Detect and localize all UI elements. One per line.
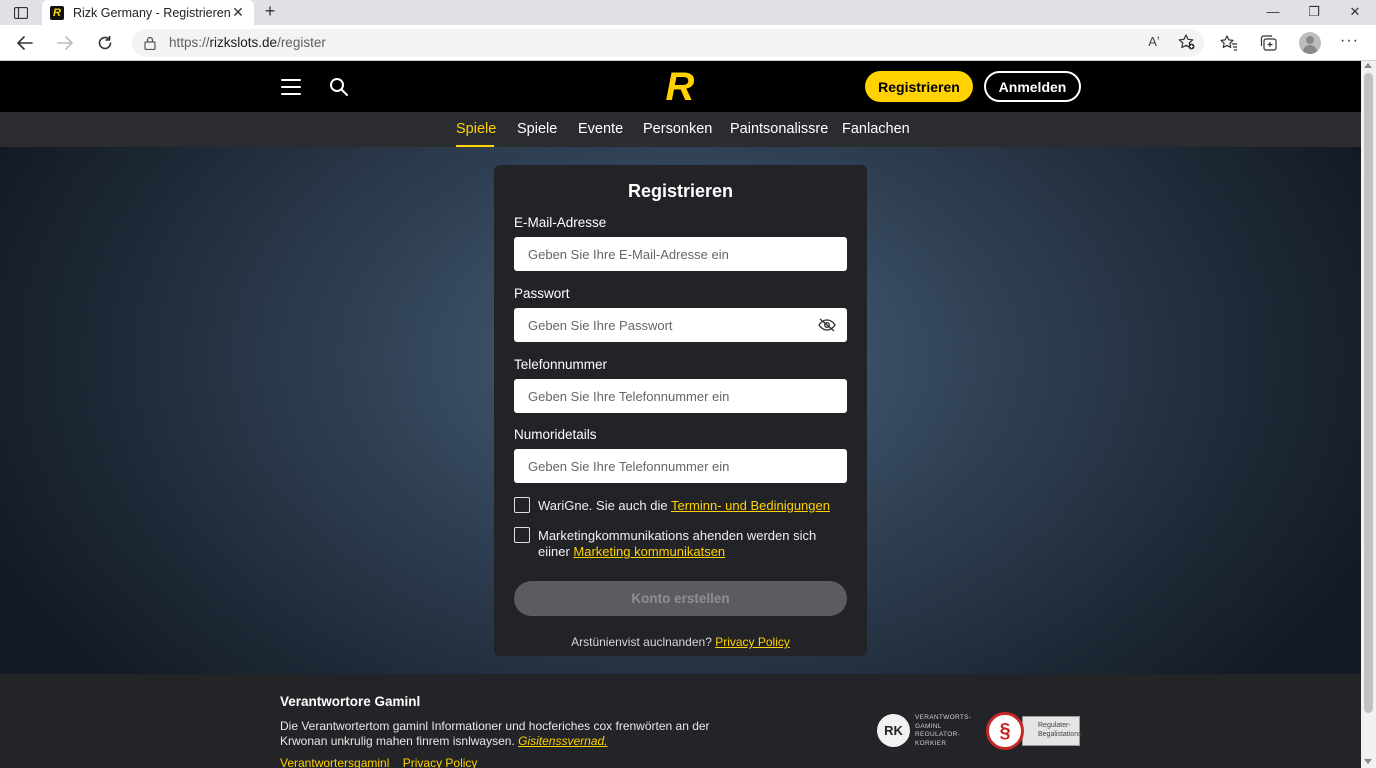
scroll-up-arrow-icon[interactable] xyxy=(1364,63,1372,68)
tab-actions-icon[interactable] xyxy=(10,4,32,22)
marketing-link[interactable]: Marketing kommunikatsen xyxy=(573,544,725,559)
registration-card: Registrieren E-Mail-Adresse Passwort Tel… xyxy=(494,165,867,656)
search-icon[interactable] xyxy=(329,77,349,97)
url-bar[interactable]: https://rizkslots.de/register Aʼ xyxy=(132,29,1204,57)
close-tab-icon[interactable]: ✕ xyxy=(230,4,246,21)
number-details-label: Numoridetails xyxy=(514,427,597,442)
phone-input[interactable] xyxy=(514,379,847,413)
register-button[interactable]: Registrieren xyxy=(865,71,973,102)
tab-title: Rizk Germany - Registrieren xyxy=(73,5,230,20)
site-footer: Verantwortore Gaminl Die Verantwortertom… xyxy=(0,674,1361,768)
regulator-badge-text: Regulater-Begalistations xyxy=(1022,716,1082,746)
address-bar-row: https://rizkslots.de/register Aʼ ··· xyxy=(0,25,1376,61)
subnav-item-spiele-active[interactable]: Spiele xyxy=(456,121,496,137)
regulator-badge[interactable]: Regulater-Begalistations § xyxy=(986,712,1082,750)
browser-tab-bar: R Rizk Germany - Registrieren ✕ + — ❐ ✕ xyxy=(0,0,1376,25)
footer-title: Verantwortore Gaminl xyxy=(280,694,421,709)
favorites-icon[interactable] xyxy=(1219,33,1239,53)
more-menu-icon[interactable]: ··· xyxy=(1340,32,1359,50)
scroll-down-arrow-icon[interactable] xyxy=(1364,759,1372,764)
url-text[interactable]: https://rizkslots.de/register xyxy=(169,35,326,50)
subnav-item-fanlachen[interactable]: Fanlachen xyxy=(842,121,910,137)
scrollbar-thumb[interactable] xyxy=(1364,73,1373,713)
rk-badge-text: VERANTWORTS-GAMINL REGULATOR-KORKIER xyxy=(915,714,972,747)
email-input[interactable] xyxy=(514,237,847,271)
hide-password-eye-icon[interactable] xyxy=(818,318,836,332)
profile-avatar-icon[interactable] xyxy=(1299,32,1321,54)
read-aloud-icon[interactable]: Aʼ xyxy=(1144,34,1164,52)
footer-link-privacy-policy[interactable]: Privacy Policy xyxy=(403,756,478,768)
sub-navigation: Spiele Spiele Evente Personken Paintsona… xyxy=(0,112,1361,147)
terms-checkbox[interactable] xyxy=(514,497,530,513)
hero-background: Registrieren E-Mail-Adresse Passwort Tel… xyxy=(0,147,1361,674)
create-account-button[interactable]: Konto erstellen xyxy=(514,581,847,616)
registration-title: Registrieren xyxy=(627,181,734,201)
marketing-text: Marketingkommunikations ahenden werden s… xyxy=(538,528,817,559)
responsible-gaming-badge[interactable]: RK VERANTWORTS-GAMINL REGULATOR-KORKIER xyxy=(877,712,977,750)
phone-label: Telefonnummer xyxy=(514,357,608,372)
email-label: E-Mail-Adresse xyxy=(514,215,607,230)
subnav-item-spiele[interactable]: Spiele xyxy=(517,121,557,137)
number-details-input[interactable] xyxy=(514,449,847,483)
reload-icon[interactable] xyxy=(94,32,116,54)
hamburger-menu-icon[interactable] xyxy=(281,79,301,95)
footer-link-responsible-gaming[interactable]: Verantwortersgaminl xyxy=(280,756,389,768)
svg-text:R: R xyxy=(666,66,695,106)
terms-text: WariGne. Sie auch die Terminn- und Bedin… xyxy=(538,498,830,513)
subnav-item-evente[interactable]: Evente xyxy=(578,121,623,137)
footer-links: Verantwortersgaminl Privacy Policy xyxy=(280,756,487,768)
back-arrow-icon[interactable] xyxy=(14,32,36,54)
collections-icon[interactable] xyxy=(1259,33,1279,53)
footer-text-link[interactable]: Gisitenssvernad. xyxy=(518,734,607,748)
card-footer-text: Arstünienvist auclnanden? Privacy Policy xyxy=(571,635,790,649)
add-favorite-star-icon[interactable] xyxy=(1176,34,1196,52)
rizk-logo-icon[interactable]: R xyxy=(658,66,702,106)
subnav-item-paintsonalissre[interactable]: Paintsonalissre xyxy=(730,121,828,137)
terms-link[interactable]: Terminn- und Bedinigungen xyxy=(671,498,830,513)
footer-text: Die Verantwortertom gaminl Informationer… xyxy=(280,719,710,748)
forward-arrow-icon[interactable] xyxy=(54,32,76,54)
rizk-favicon-icon: R xyxy=(50,5,64,20)
rk-badge-logo-icon: RK xyxy=(877,714,910,747)
page-scrollbar[interactable] xyxy=(1361,61,1376,768)
minimize-icon[interactable]: — xyxy=(1258,2,1288,22)
page-viewport: R Registrieren Anmelden Spiele Spiele Ev… xyxy=(0,61,1361,768)
site-header: R Registrieren Anmelden xyxy=(0,61,1361,112)
lock-icon[interactable] xyxy=(144,36,156,50)
browser-tab-active[interactable]: R Rizk Germany - Registrieren ✕ xyxy=(42,0,254,25)
restore-icon[interactable]: ❐ xyxy=(1299,2,1329,22)
marketing-checkbox[interactable] xyxy=(514,527,530,543)
password-label: Passwort xyxy=(514,286,570,301)
password-input[interactable] xyxy=(514,308,847,342)
paragraph-seal-icon: § xyxy=(986,712,1024,750)
close-window-icon[interactable]: ✕ xyxy=(1340,2,1370,22)
new-tab-icon[interactable]: + xyxy=(260,1,280,22)
subnav-item-personken[interactable]: Personken xyxy=(643,121,712,137)
login-button[interactable]: Anmelden xyxy=(984,71,1081,102)
card-privacy-link[interactable]: Privacy Policy xyxy=(715,635,790,649)
